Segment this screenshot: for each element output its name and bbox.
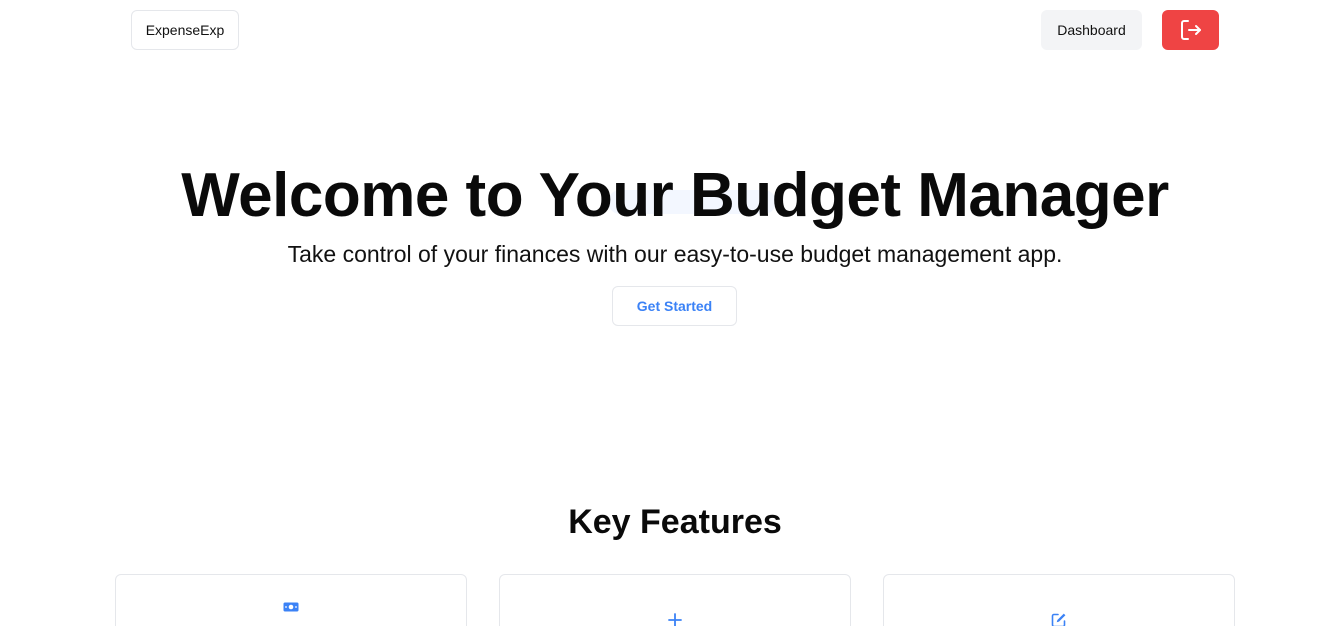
dashboard-button[interactable]: Dashboard <box>1041 10 1142 50</box>
features-title: Key Features <box>568 503 782 541</box>
get-started-button[interactable]: Get Started <box>612 286 737 326</box>
hero-subtitle: Take control of your finances with our e… <box>287 241 1063 267</box>
brand-link[interactable]: ExpenseExp <box>131 10 239 50</box>
feature-card <box>883 574 1235 626</box>
hero-title: Welcome to Your Budget Manager <box>181 161 1169 230</box>
logout-icon <box>1180 20 1201 40</box>
logout-button[interactable] <box>1162 10 1219 50</box>
edit-icon <box>1051 613 1066 626</box>
feature-card <box>499 574 851 626</box>
plus-icon <box>668 613 682 626</box>
money-bill-icon <box>283 602 299 612</box>
feature-card <box>115 574 467 626</box>
